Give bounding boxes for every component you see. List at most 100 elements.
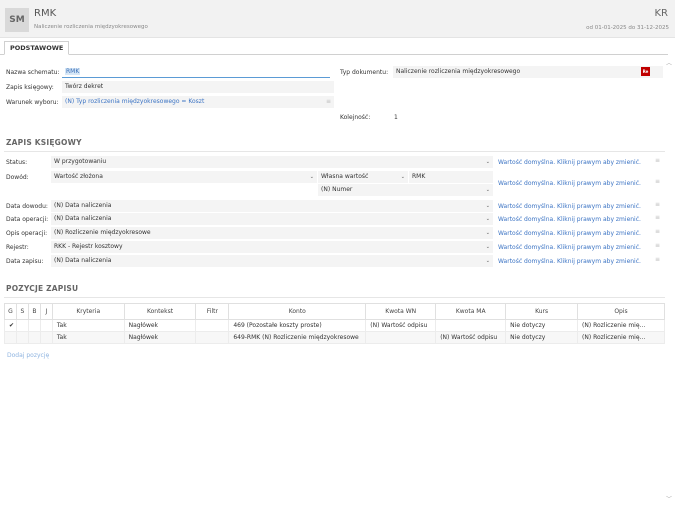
condition-label: Warunek wyboru: — [6, 99, 59, 106]
column-header[interactable]: J — [39, 303, 53, 320]
proof-date-default-link[interactable]: Wartość domyślna. Kliknij prawym aby zmi… — [498, 203, 641, 210]
column-header[interactable]: Kwota WN — [365, 303, 437, 320]
table-cell: Nie dotyczy — [505, 331, 578, 344]
chevron-down-icon: ⌄ — [400, 174, 405, 180]
table-cell: (N) Rozliczenie mię... — [577, 319, 665, 332]
table-cell: Tak — [51, 319, 125, 332]
condition-field[interactable]: (N) Typ rozliczenia międzyokresowego = K… — [62, 96, 334, 108]
chevron-down-icon: ⌄ — [485, 159, 490, 165]
proof-date-label: Data dowodu: — [6, 203, 48, 210]
entry-date-select[interactable]: (N) Data naliczenia ⌄ — [51, 255, 493, 267]
hamburger-menu-icon[interactable]: ≡ — [326, 98, 331, 105]
chevron-down-icon: ⌄ — [309, 174, 314, 180]
avatar: SM — [5, 8, 29, 32]
register-select[interactable]: RKK - Rejestr kosztowy ⌄ — [51, 241, 493, 253]
entry-date-label: Data zapisu: — [6, 258, 44, 265]
table-cell: Nagłówek — [123, 319, 197, 332]
column-header[interactable]: G — [4, 303, 17, 320]
column-header[interactable]: Filtr — [195, 303, 230, 320]
proof-number-select[interactable]: (N) Numer ⌄ — [318, 184, 493, 196]
proof-label: Dowód: — [6, 174, 29, 181]
entry-date-default-link[interactable]: Wartość domyślna. Kliknij prawym aby zmi… — [498, 258, 641, 265]
hamburger-menu-icon[interactable]: ≡ — [655, 157, 660, 164]
date-range: od 01-01-2025 do 31-12-2025 — [586, 25, 669, 31]
doctype-field[interactable]: Naliczenie rozliczenia międzyokresowego — [393, 66, 663, 78]
record-subtitle: Naliczenie rozliczenia międzyokresowego — [34, 24, 148, 30]
check-cell — [4, 331, 17, 344]
hamburger-menu-icon[interactable]: ≡ — [655, 256, 660, 263]
record-header: SM RMK Naliczenie rozliczenia międzyokre… — [0, 0, 675, 38]
status-label: Status: — [6, 159, 28, 166]
table-cell: (N) Rozliczenie mię... — [577, 331, 665, 344]
chevron-down-icon: ⌄ — [485, 187, 490, 193]
table-cell — [39, 319, 53, 332]
order-value: 1 — [394, 114, 398, 121]
table-cell: (N) Wartość odpisu — [435, 331, 507, 344]
table-cell — [27, 319, 41, 332]
proof-own-select[interactable]: Własna wartość ⌄ — [318, 171, 408, 183]
table-cell: 649-RMK (N) Rozliczenie międzyokresowe — [228, 331, 367, 344]
op-date-label: Data operacji: — [6, 216, 49, 223]
table-row[interactable]: Tak Nagłówek 649-RMK (N) Rozliczenie mię… — [4, 331, 665, 344]
section-posting-title: ZAPIS KSIĘGOWY — [6, 138, 82, 147]
op-desc-default-link[interactable]: Wartość domyślna. Kliknij prawym aby zmi… — [498, 230, 641, 237]
column-header[interactable]: Kwota MA — [435, 303, 507, 320]
table-cell — [27, 331, 41, 344]
tab-podstawowe[interactable]: PODSTAWOWE — [4, 41, 70, 55]
positions-table: G S B J Kryteria Kontekst Filtr Konto Kw… — [4, 303, 665, 344]
chevron-down-icon: ⌄ — [485, 244, 490, 250]
hamburger-menu-icon[interactable]: ≡ — [655, 228, 660, 235]
table-cell: Nagłówek — [123, 331, 197, 344]
record-title: RMK — [34, 8, 57, 19]
column-header[interactable]: S — [15, 303, 29, 320]
record-code: KR — [654, 8, 668, 19]
tab-bar: PODSTAWOWE — [0, 39, 668, 55]
table-cell: Nie dotyczy — [505, 319, 578, 332]
hamburger-menu-icon[interactable]: ≡ — [655, 214, 660, 221]
proof-default-link[interactable]: Wartość domyślna. Kliknij prawym aby zmi… — [498, 180, 641, 187]
section-positions-title: POZYCJE ZAPISU — [6, 284, 79, 293]
hamburger-menu-icon[interactable]: ≡ — [655, 242, 660, 249]
posting-label: Zapis księgowy: — [6, 84, 54, 91]
section-divider — [4, 151, 665, 152]
table-row[interactable]: ✔ Tak Nagłówek 469 (Pozostałe koszty pro… — [4, 319, 665, 332]
status-default-link[interactable]: Wartość domyślna. Kliknij prawym aby zmi… — [498, 159, 641, 166]
column-header[interactable]: Konto — [228, 303, 367, 320]
proof-type-select[interactable]: Wartość złożona ⌄ — [51, 171, 317, 183]
op-date-default-link[interactable]: Wartość domyślna. Kliknij prawym aby zmi… — [498, 216, 641, 223]
schema-name-input[interactable]: RMK — [62, 66, 330, 78]
chevron-down-icon: ⌄ — [485, 203, 490, 209]
table-cell: Tak — [51, 331, 125, 344]
column-header[interactable]: Opis — [577, 303, 665, 320]
add-position-link[interactable]: Dodaj pozycję — [7, 352, 49, 359]
column-header[interactable]: B — [27, 303, 41, 320]
proof-rmk-field[interactable]: RMK — [409, 171, 493, 183]
table-cell: 469 (Pozostałe koszty proste) — [228, 319, 367, 332]
chevron-down-icon: ⌄ — [485, 216, 490, 222]
table-header-row: G S B J Kryteria Kontekst Filtr Konto Kw… — [4, 303, 665, 320]
posting-select[interactable]: Twórz dekret — [62, 81, 334, 93]
section-divider — [4, 297, 665, 298]
hamburger-menu-icon[interactable]: ≡ — [655, 178, 660, 185]
scroll-down-icon[interactable]: ﹀ — [666, 494, 672, 503]
hamburger-menu-icon[interactable]: ≡ — [655, 201, 660, 208]
table-cell — [39, 331, 53, 344]
column-header[interactable]: Kontekst — [123, 303, 197, 320]
status-select[interactable]: W przygotowaniu ⌄ — [51, 156, 493, 168]
register-default-link[interactable]: Wartość domyślna. Kliknij prawym aby zmi… — [498, 244, 641, 251]
table-cell — [365, 331, 437, 344]
schema-name-label: Nazwa schematu: — [6, 69, 60, 76]
table-cell: (N) Wartość odpisu — [365, 319, 437, 332]
doctype-label: Typ dokumentu: — [340, 69, 389, 76]
chevron-down-icon: ⌄ — [485, 230, 490, 236]
column-header[interactable]: Kurs — [505, 303, 578, 320]
op-desc-select[interactable]: (N) Rozliczenie międzyokresowe ⌄ — [51, 227, 493, 239]
op-desc-label: Opis operacji: — [6, 230, 48, 237]
op-date-select[interactable]: (N) Data naliczenia ⌄ — [51, 213, 493, 225]
table-cell — [15, 331, 29, 344]
proof-date-select[interactable]: (N) Data naliczenia ⌄ — [51, 200, 493, 212]
column-header[interactable]: Kryteria — [51, 303, 125, 320]
table-cell — [15, 319, 29, 332]
check-icon: ✔ — [4, 319, 17, 332]
scroll-up-icon[interactable]: ︿ — [666, 58, 672, 67]
